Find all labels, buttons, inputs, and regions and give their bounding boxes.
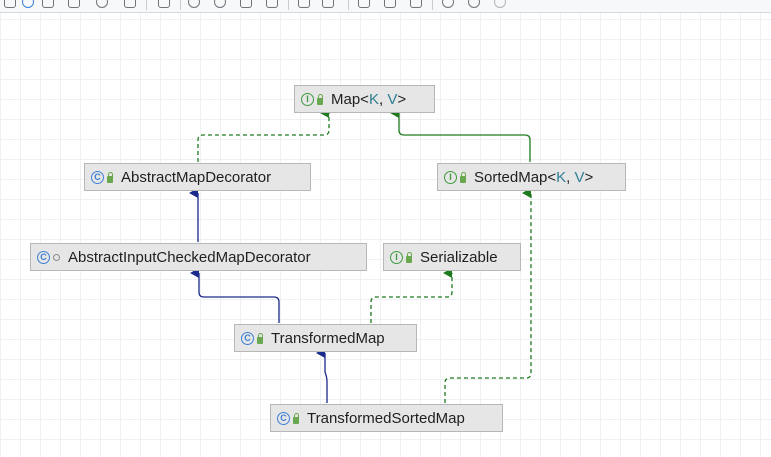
node-abstract-input-checked-map-decorator-label: AbstractInputCheckedMapDecorator: [68, 248, 311, 266]
lock-icon: [317, 93, 323, 105]
class-icon: C: [277, 411, 290, 425]
interface-icon: I: [444, 170, 457, 184]
node-serializable-label: Serializable: [420, 248, 498, 266]
lock-icon: [460, 171, 466, 183]
node-transformed-sorted-map[interactable]: C TransformedSortedMap: [270, 404, 503, 432]
lock-icon: [406, 251, 412, 263]
class-icon: C: [37, 250, 50, 264]
lock-icon: [257, 332, 263, 344]
node-transformed-map[interactable]: C TransformedMap: [234, 324, 417, 352]
lock-icon: [293, 412, 299, 424]
interface-icon: I: [390, 250, 403, 264]
node-serializable[interactable]: I Serializable: [383, 243, 521, 271]
edge-transformed-map-extends-abstract-input-checked: [190, 268, 280, 323]
node-map[interactable]: I Map<K, V>: [294, 85, 435, 113]
edge-transformed-sorted-map-extends-transformed-map: [316, 348, 328, 403]
node-transformed-map-label: TransformedMap: [271, 329, 385, 347]
edge-sorted-map-extends-map: [390, 108, 531, 162]
class-icon: C: [241, 331, 254, 345]
edge-transformed-map-implements-serializable: [370, 268, 453, 323]
interface-icon: I: [301, 92, 314, 106]
node-map-label: Map<K, V>: [331, 90, 407, 108]
dot-icon: [53, 253, 60, 261]
node-transformed-sorted-map-label: TransformedSortedMap: [307, 409, 465, 427]
diagram-edges: [189, 108, 532, 403]
node-abstract-map-decorator-label: AbstractMapDecorator: [121, 168, 272, 186]
edge-abstract-map-decorator-implements-map: [197, 108, 330, 162]
edge-transformed-sorted-map-implements-sorted-map: [444, 188, 532, 403]
node-sorted-map[interactable]: I SortedMap<K, V>: [437, 163, 626, 191]
node-sorted-map-label: SortedMap<K, V>: [474, 168, 594, 186]
lock-icon: [107, 171, 113, 183]
node-abstract-map-decorator[interactable]: C AbstractMapDecorator: [84, 163, 311, 191]
class-icon: C: [91, 170, 104, 184]
node-abstract-input-checked-map-decorator[interactable]: C AbstractInputCheckedMapDecorator: [30, 243, 367, 271]
